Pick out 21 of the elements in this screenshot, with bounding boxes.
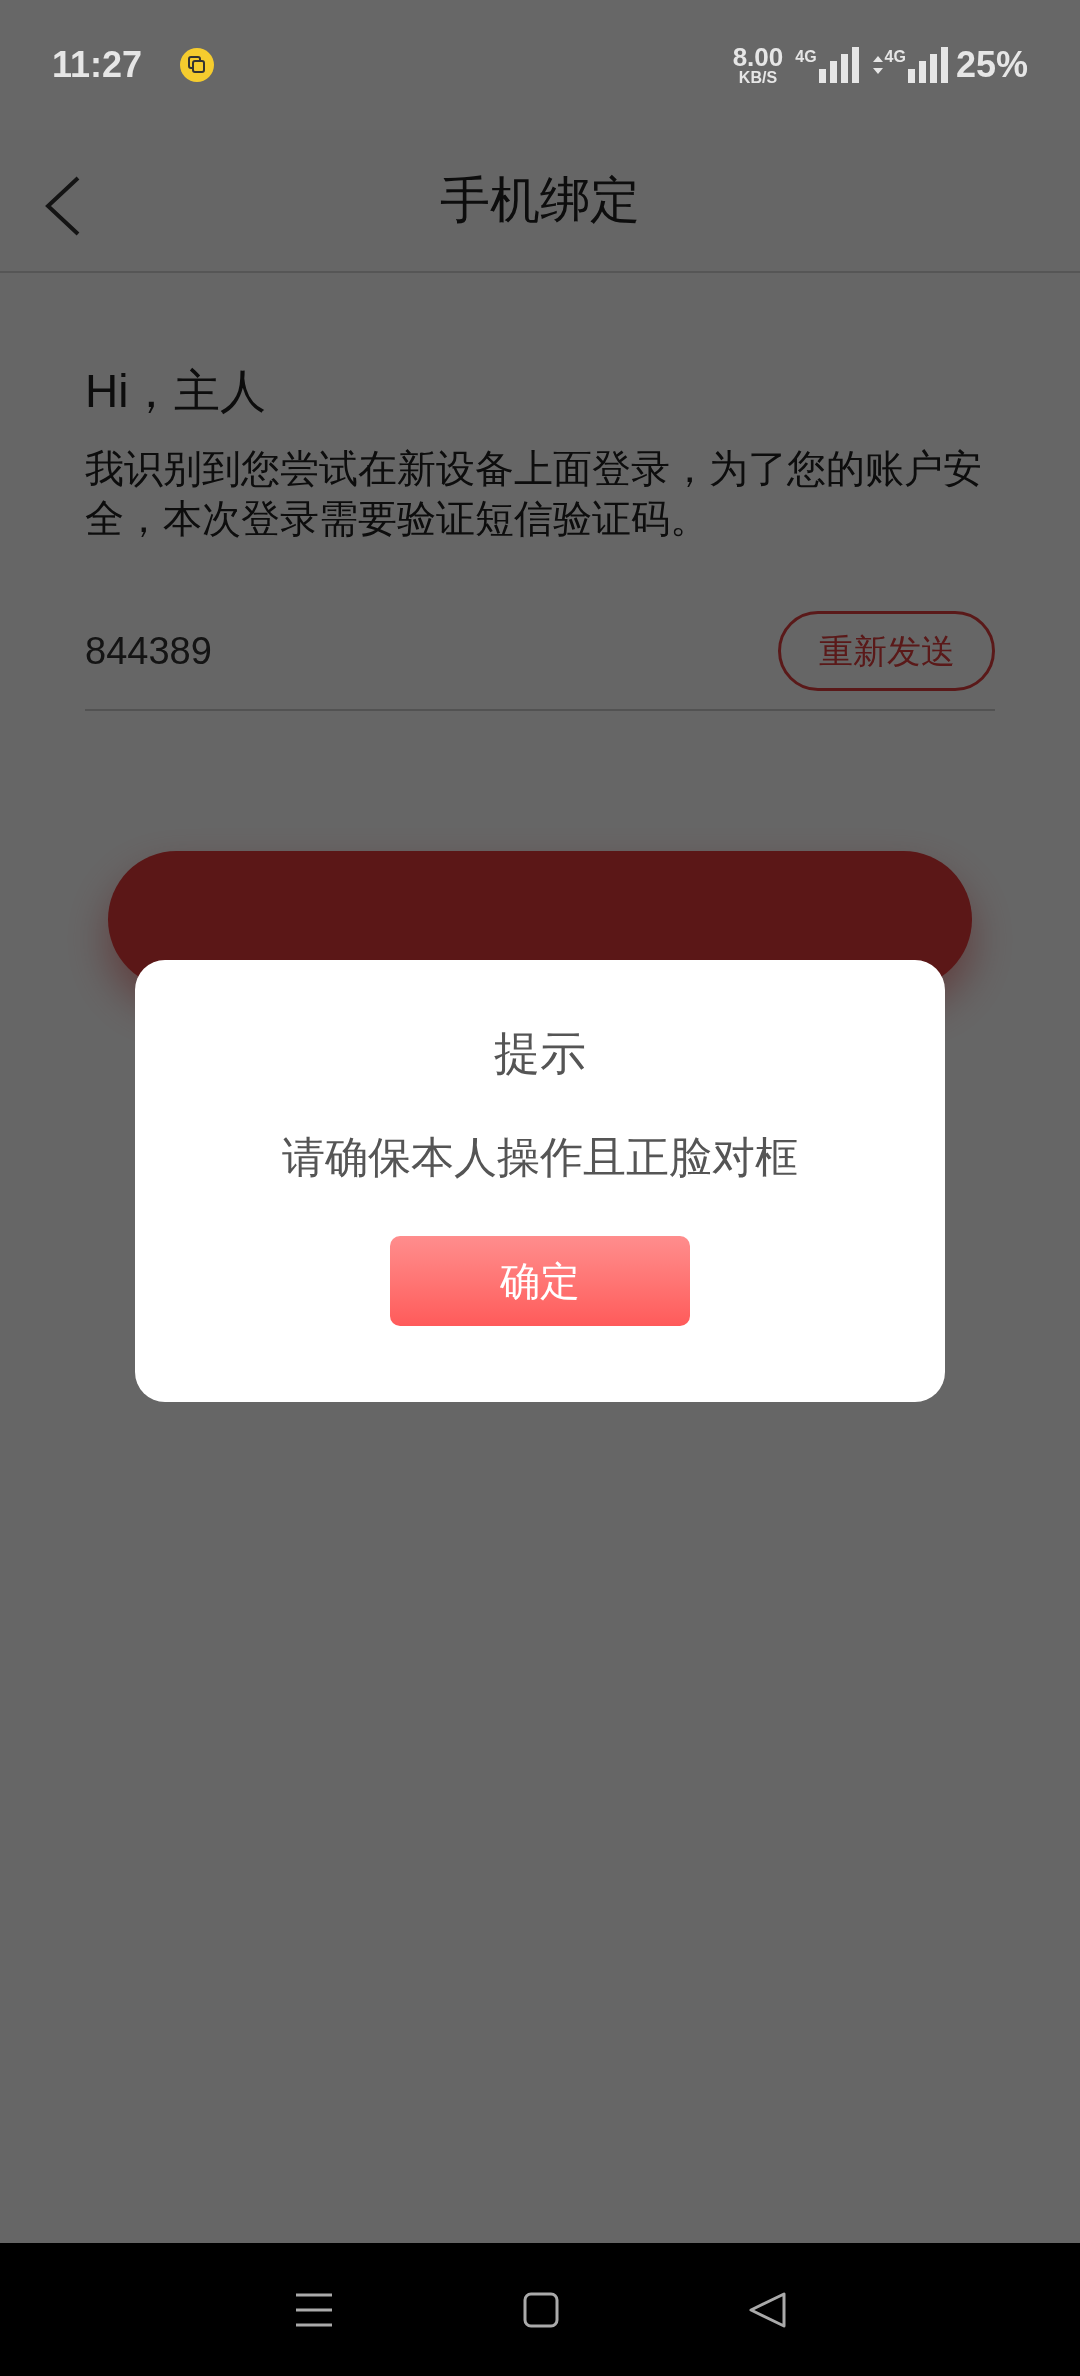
greeting: Hi，主人 [85, 368, 268, 414]
screen-copy-icon [180, 48, 215, 82]
home-icon[interactable] [523, 2291, 559, 2328]
confirm-button[interactable]: 确定 [390, 1236, 690, 1326]
back-icon[interactable] [747, 2291, 786, 2328]
network-type: 4G [884, 47, 906, 67]
clock: 11:27 [52, 43, 143, 87]
speed-unit: KB/S [738, 70, 778, 86]
dialog-title: 提示 [494, 1030, 586, 1076]
dialog-message: 请确保本人操作且正脸对框 [282, 1136, 798, 1179]
network-type: 4G [795, 47, 817, 67]
signal-icon [818, 47, 859, 83]
network-speed: 8.00 [732, 44, 784, 70]
signal-icon [907, 47, 948, 83]
battery-level: 25% [955, 43, 1028, 87]
data-arrows-icon [872, 56, 883, 74]
resend-button[interactable]: 重新发送 [778, 611, 995, 691]
code-input-field[interactable]: 844389 [85, 622, 212, 680]
menu-icon[interactable] [294, 2291, 335, 2328]
page-title: 手机绑定 [440, 171, 640, 230]
verification-message: 我识别到您尝试在新设备上面登录，为了您的账户安全，本次登录需要验证短信验证码。 [85, 446, 983, 542]
